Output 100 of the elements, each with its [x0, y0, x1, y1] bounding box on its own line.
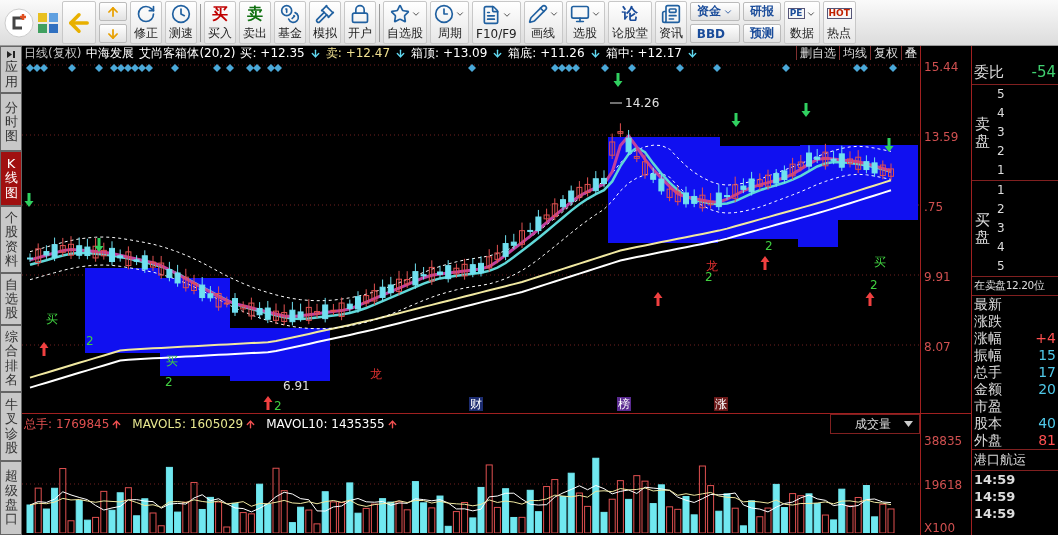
- glyph-icon: 买: [211, 5, 229, 22]
- toolbar-icon: [280, 3, 300, 24]
- leader-line: [609, 102, 623, 104]
- axis-label: X100: [923, 521, 957, 535]
- chart-tag: 涨: [714, 397, 728, 411]
- side-tab[interactable]: 牛叉诊股: [0, 392, 22, 461]
- toolbar-button[interactable]: 研报: [742, 2, 781, 21]
- toolbar-button[interactable]: 选股: [565, 1, 605, 44]
- toolbar-button[interactable]: 卖 卖出: [239, 1, 271, 44]
- axis-label: 8.07: [923, 340, 952, 354]
- axis-label: .75: [923, 200, 945, 214]
- up-arrow-icon: [39, 342, 49, 356]
- indicator-value: 卖: +12.47: [325, 44, 391, 62]
- indicator-value: 箱顶: +13.09: [411, 44, 488, 62]
- toolbar-button[interactable]: 预测: [742, 24, 781, 43]
- toolbar-button[interactable]: BBD: [689, 24, 740, 43]
- caret-icon: [904, 421, 913, 427]
- up-arrow-icon: [263, 396, 273, 410]
- toolbar-icon: [171, 3, 191, 24]
- back-button[interactable]: [62, 1, 96, 44]
- stat-label: 市盈: [974, 398, 1002, 415]
- stat-label: 金额: [974, 381, 1002, 398]
- signal-label: 2: [86, 334, 94, 348]
- toolbar-icon: [350, 3, 370, 24]
- stat-value: 40: [1038, 415, 1056, 432]
- signal-label: 2: [870, 278, 878, 292]
- toolbar-button[interactable]: 修正: [130, 1, 162, 44]
- toolbar-icon: [434, 3, 454, 24]
- scroll-down-button[interactable]: [99, 24, 127, 43]
- toolbar-button[interactable]: F10/F9: [472, 1, 521, 44]
- signal-label: 龙: [706, 259, 718, 273]
- side-tab[interactable]: 自选股: [0, 273, 22, 325]
- stock-name: 中海发展: [86, 44, 135, 62]
- stat-value: 15: [1038, 347, 1056, 364]
- chart-button[interactable]: 删自选: [796, 46, 839, 60]
- toolbar-button[interactable]: PE 数据: [783, 1, 820, 44]
- up-arrow-icon: [106, 4, 120, 19]
- stat-label: 最新: [974, 296, 1002, 313]
- stat-value: 81: [1038, 432, 1056, 449]
- signal-label: 2: [165, 375, 173, 389]
- level-number: 5: [996, 258, 1005, 275]
- position-notice: 在卖盘12.20位: [974, 279, 1045, 293]
- up-arrow-icon: [760, 256, 770, 270]
- down-arrow-icon: [731, 113, 741, 127]
- level-number: 2: [996, 143, 1005, 160]
- level-number: 1: [996, 182, 1005, 199]
- indicator-dropdown[interactable]: 成交量: [830, 414, 920, 434]
- toolbar-button[interactable]: 论 论股堂: [607, 1, 652, 44]
- sell-book-label: 卖盘: [974, 114, 991, 152]
- up-arrow-icon: [865, 292, 875, 306]
- volume-value: MAVOL10: 1435355: [266, 417, 385, 431]
- toolbar-button[interactable]: 基金: [274, 1, 306, 44]
- toolbar-button[interactable]: 测速: [165, 1, 197, 44]
- axis-label: 19618: [923, 477, 964, 492]
- down-arrow-icon: [106, 26, 120, 41]
- chart-tag: 榜: [617, 397, 631, 411]
- toolbar-button[interactable]: 自选股: [383, 1, 427, 44]
- toolbar-button[interactable]: 资金: [689, 2, 740, 21]
- signal-label: 龙: [370, 367, 382, 381]
- stat-value: +4: [1035, 330, 1056, 347]
- toolbar-button[interactable]: 买 买入: [204, 1, 236, 44]
- side-tab[interactable]: 分时图: [0, 93, 22, 151]
- toolbar-button[interactable]: 开户: [344, 1, 376, 44]
- toolbar-button[interactable]: 模拟: [309, 1, 341, 44]
- signal-label: 2: [765, 239, 773, 253]
- toolbar-button[interactable]: 周期: [430, 1, 469, 44]
- side-tab[interactable]: 超级盘口: [0, 461, 22, 535]
- side-tab[interactable]: 个股资料: [0, 206, 22, 273]
- trade-time: 14:59: [974, 471, 1016, 488]
- volume-value: MAVOL5: 1605029: [132, 417, 244, 431]
- stat-label: 涨幅: [974, 330, 1002, 347]
- indicator-name: 艾尚客箱体(20,2): [139, 44, 236, 62]
- chart-button[interactable]: 叠: [901, 46, 920, 60]
- level-number: 4: [996, 239, 1005, 256]
- price-label: 6.91: [283, 379, 310, 393]
- level-number: 3: [996, 220, 1005, 237]
- period-label: 日线(复权): [24, 44, 82, 62]
- signal-label: 买: [166, 354, 178, 368]
- indicator-value: 箱中: +12.17: [605, 44, 682, 62]
- up-arrow-icon: [111, 418, 123, 430]
- indicator-value: 箱底: +11.26: [508, 44, 585, 62]
- side-tab[interactable]: K线图: [0, 151, 22, 206]
- stat-label: 总手: [974, 364, 1002, 381]
- toolbar-button[interactable]: 资讯: [654, 1, 687, 44]
- stat-label: 股本: [974, 415, 1002, 432]
- side-tab[interactable]: 综合排名: [0, 325, 22, 392]
- down-arrow-icon: [492, 47, 504, 59]
- glyph-icon: HOT: [826, 8, 852, 19]
- level-number: 5: [996, 86, 1005, 103]
- expand-icon: [6, 50, 16, 60]
- axis-label: 13.59: [923, 130, 960, 144]
- toolbar-button[interactable]: 画线: [523, 1, 563, 44]
- chart-button[interactable]: 复权: [870, 46, 901, 60]
- trade-time: 14:59: [974, 505, 1016, 522]
- side-tab[interactable]: 应用: [0, 46, 22, 93]
- chart-button[interactable]: 均线: [839, 46, 870, 60]
- toolbar-button[interactable]: HOT 热点: [822, 1, 856, 44]
- signal-label: 2: [705, 270, 713, 284]
- toolbar-icon: [136, 3, 156, 24]
- scroll-up-button[interactable]: [99, 2, 127, 21]
